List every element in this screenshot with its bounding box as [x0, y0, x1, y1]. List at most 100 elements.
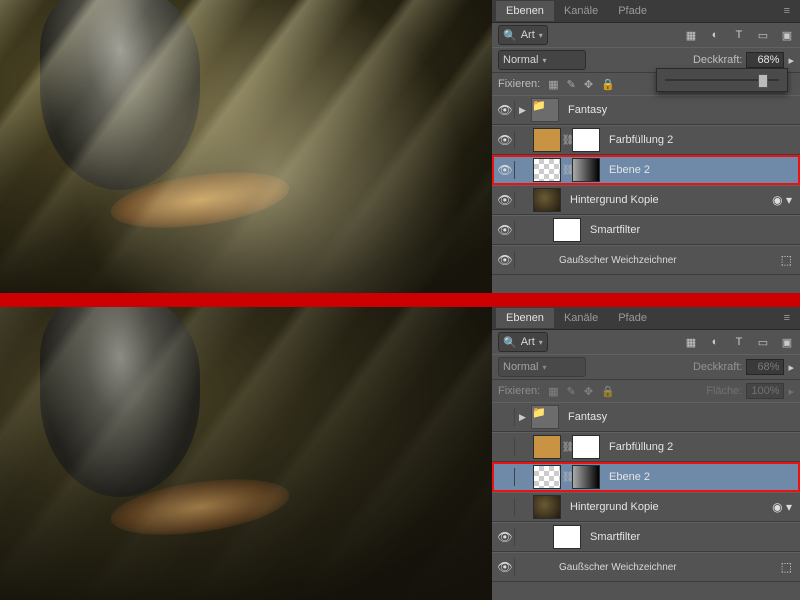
light-rays [0, 307, 492, 600]
visibility-toggle[interactable]: 👁 [496, 528, 515, 546]
tab-paths[interactable]: Pfade [608, 1, 657, 21]
layer-name[interactable]: Smartfilter [590, 224, 640, 236]
filter-adjust-icon[interactable]: ◐ [708, 336, 722, 349]
lock-pixels-icon[interactable]: ✎ [567, 385, 576, 398]
tab-layers[interactable]: Ebenen [496, 1, 554, 21]
layer-ebene-2[interactable]: 👁 ⛓ Ebene 2 [492, 155, 800, 185]
opacity-field[interactable]: 68% ▸ [746, 52, 794, 68]
filter-shape-icon[interactable]: ▭ [756, 336, 770, 349]
tab-channels[interactable]: Kanäle [554, 1, 608, 21]
filter-type-icon[interactable]: T [732, 336, 746, 349]
layer-name[interactable]: Ebene 2 [609, 471, 650, 483]
layer-name[interactable]: Smartfilter [590, 531, 640, 543]
layer-gaussian-blur[interactable]: 👁 Gaußscher Weichzeichner ⬚ [492, 552, 800, 582]
visibility-toggle[interactable]: 👁 [496, 131, 515, 149]
blend-mode-dropdown[interactable]: Normal ▾ [498, 50, 586, 70]
layer-smartfilter[interactable]: 👁 Smartfilter [492, 522, 800, 552]
lock-transparency-icon[interactable]: ▦ [548, 385, 558, 398]
layer-thumbnail[interactable] [533, 188, 561, 212]
layer-name[interactable]: Gaußscher Weichzeichner [559, 255, 677, 266]
layer-name[interactable]: Hintergrund Kopie [570, 194, 659, 206]
visibility-toggle[interactable]: 👁 [496, 161, 515, 179]
chain-icon[interactable]: ⛓ [564, 472, 572, 483]
disclosure-arrow-icon[interactable]: ▶ [519, 412, 531, 423]
layer-name[interactable]: Farbfüllung 2 [609, 441, 673, 453]
document-canvas-top[interactable] [0, 0, 492, 293]
layer-fill-2[interactable]: 👁 ⛓ Farbfüllung 2 [492, 125, 800, 155]
filter-pixel-icon[interactable]: ▦ [684, 336, 698, 349]
layer-name[interactable]: Farbfüllung 2 [609, 134, 673, 146]
lock-label: Fixieren: [498, 78, 540, 90]
layer-group-fantasy[interactable]: 👁 ▶ 📁 Fantasy [492, 402, 800, 432]
filter-mask-thumbnail[interactable] [553, 218, 581, 242]
layer-fill-2[interactable]: 👁 ⛓ Farbfüllung 2 [492, 432, 800, 462]
disclosure-arrow-icon[interactable]: ▶ [519, 105, 531, 116]
visibility-toggle[interactable]: 👁 [496, 408, 515, 426]
chevron-down-icon: ▸ [788, 361, 794, 374]
visibility-toggle[interactable]: 👁 [496, 101, 515, 119]
layer-name[interactable]: Ebene 2 [609, 164, 650, 176]
layer-hintergrund-kopie[interactable]: 👁 Hintergrund Kopie ◉ ▾ [492, 185, 800, 215]
lock-all-icon[interactable]: 🔒 [601, 78, 615, 91]
visibility-toggle[interactable]: 👁 [496, 558, 515, 576]
layer-thumbnail[interactable] [533, 465, 561, 489]
blend-mode-dropdown[interactable]: Normal ▾ [498, 357, 586, 377]
opacity-value[interactable]: 68% [746, 52, 784, 68]
visibility-toggle[interactable]: 👁 [496, 221, 515, 239]
document-canvas-bottom[interactable] [0, 307, 492, 600]
layer-thumbnail[interactable] [533, 495, 561, 519]
layer-ebene-2[interactable]: 👁 ⛓ Ebene 2 [492, 462, 800, 492]
filter-options-icon[interactable]: ⬚ [781, 560, 800, 574]
filter-type-icon[interactable]: T [732, 29, 746, 42]
opacity-field: 68% ▸ [746, 359, 794, 375]
mask-thumbnail[interactable] [572, 158, 600, 182]
filter-smartobj-icon[interactable]: ▣ [780, 29, 794, 42]
mask-thumbnail[interactable] [572, 465, 600, 489]
visibility-toggle[interactable]: 👁 [496, 438, 515, 456]
layers-panel-top: Ebenen Kanäle Pfade ≡ 🔍 Art ▾ ▦ ◐ T ▭ ▣ … [492, 0, 800, 293]
layer-thumbnail[interactable] [533, 158, 561, 182]
layer-name[interactable]: Gaußscher Weichzeichner [559, 562, 677, 573]
filter-options-icon[interactable]: ⬚ [781, 253, 800, 267]
smart-filter-toggle[interactable]: ◉ ▾ [772, 500, 800, 514]
mask-thumbnail[interactable] [572, 128, 600, 152]
filter-adjust-icon[interactable]: ◐ [708, 29, 722, 42]
tab-layers[interactable]: Ebenen [496, 308, 554, 328]
visibility-toggle[interactable]: 👁 [496, 498, 515, 516]
panel-menu-icon[interactable]: ≡ [657, 1, 800, 21]
layer-name[interactable]: Fantasy [568, 411, 607, 423]
lock-all-icon[interactable]: 🔒 [601, 385, 615, 398]
panel-menu-icon[interactable]: ≡ [657, 308, 800, 328]
tab-channels[interactable]: Kanäle [554, 308, 608, 328]
slider-knob[interactable] [758, 74, 768, 88]
folder-icon: 📁 [531, 405, 559, 429]
opacity-slider-popup[interactable] [656, 68, 788, 92]
fill-label: Fläche: [706, 385, 742, 397]
layer-name[interactable]: Fantasy [568, 104, 607, 116]
layer-hintergrund-kopie[interactable]: 👁 Hintergrund Kopie ◉ ▾ [492, 492, 800, 522]
layer-name[interactable]: Hintergrund Kopie [570, 501, 659, 513]
lock-pixels-icon[interactable]: ✎ [567, 78, 576, 91]
filter-mask-thumbnail[interactable] [553, 525, 581, 549]
smart-filter-toggle[interactable]: ◉ ▾ [772, 193, 800, 207]
lock-transparency-icon[interactable]: ▦ [548, 78, 558, 91]
tab-paths[interactable]: Pfade [608, 308, 657, 328]
mask-thumbnail[interactable] [572, 435, 600, 459]
filter-shape-icon[interactable]: ▭ [756, 29, 770, 42]
visibility-toggle[interactable]: 👁 [496, 468, 515, 486]
visibility-toggle[interactable]: 👁 [496, 191, 515, 209]
fill-field: Fläche: 100% ▸ [706, 383, 794, 399]
chain-icon[interactable]: ⛓ [564, 442, 572, 453]
layer-gaussian-blur[interactable]: 👁 Gaußscher Weichzeichner ⬚ [492, 245, 800, 275]
layer-smartfilter[interactable]: 👁 Smartfilter [492, 215, 800, 245]
lock-position-icon[interactable]: ✥ [584, 385, 593, 398]
layer-group-fantasy[interactable]: 👁 ▶ 📁 Fantasy [492, 95, 800, 125]
filter-smartobj-icon[interactable]: ▣ [780, 336, 794, 349]
layer-filter-dropdown[interactable]: 🔍 Art ▾ [498, 25, 548, 45]
chain-icon[interactable]: ⛓ [564, 165, 572, 176]
filter-pixel-icon[interactable]: ▦ [684, 29, 698, 42]
visibility-toggle[interactable]: 👁 [496, 251, 515, 269]
chain-icon[interactable]: ⛓ [564, 135, 572, 146]
layer-filter-dropdown[interactable]: 🔍 Art ▾ [498, 332, 548, 352]
lock-position-icon[interactable]: ✥ [584, 78, 593, 91]
